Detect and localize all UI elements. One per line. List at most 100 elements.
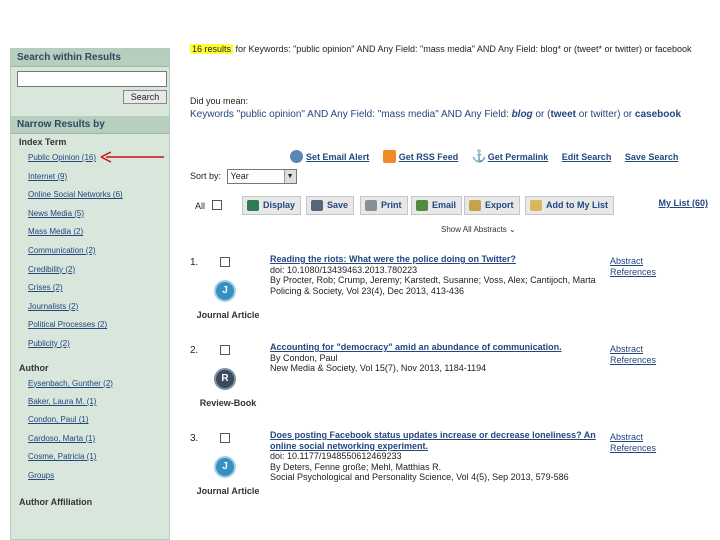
facet-index-term[interactable]: Political Processes (2): [28, 316, 169, 335]
references-link[interactable]: References: [610, 355, 656, 366]
result-type: Review-Book: [199, 398, 257, 408]
facet-author[interactable]: Baker, Laura M. (1): [28, 393, 169, 411]
result-links: Abstract References: [610, 256, 656, 278]
print-button[interactable]: Print: [360, 196, 408, 215]
result-number: 3.: [190, 433, 199, 444]
narrow-results-heading: Narrow Results by: [11, 116, 169, 134]
alarm-clock-icon: [290, 150, 303, 163]
journal-article-icon: J: [214, 456, 236, 478]
sidebar: Search within Results Search Narrow Resu…: [10, 48, 170, 540]
did-you-mean: Did you mean: Keywords "public opinion" …: [190, 96, 710, 121]
show-all-abstracts-select[interactable]: Show All Abstracts ⌄: [441, 225, 516, 234]
search-within-box: Search: [11, 67, 169, 110]
set-email-alert-link[interactable]: Set Email Alert: [306, 152, 369, 162]
email-button[interactable]: Email: [411, 196, 463, 215]
facet-author[interactable]: Eysenbach, Gunther (2): [28, 375, 169, 393]
result-item: 1. J Journal Article Reading the riots: …: [190, 254, 710, 336]
select-all-label: All: [195, 201, 206, 211]
result-title-link[interactable]: Does posting Facebook status updates inc…: [270, 430, 600, 451]
anchor-icon: ⚓: [471, 149, 487, 163]
result-item: 3. J Journal Article Does posting Facebo…: [190, 430, 710, 512]
result-authors: By Condon, Paul: [270, 352, 338, 363]
suggestion-mid: or (: [532, 109, 551, 120]
display-icon: [247, 200, 259, 212]
result-authors: By Deters, Fenne große; Mehl, Matthias R…: [270, 461, 442, 472]
references-link[interactable]: References: [610, 267, 656, 278]
export-button[interactable]: Export: [464, 196, 520, 215]
display-label: Display: [263, 200, 296, 210]
abstract-link[interactable]: Abstract: [610, 256, 656, 267]
result-authors: By Procter, Rob; Crump, Jeremy; Karstedt…: [270, 275, 596, 285]
annotation-arrow-icon: [100, 151, 164, 163]
sort-row: Sort by: Year ▼: [190, 169, 297, 184]
facet-author[interactable]: Cosme, Patricia (1): [28, 448, 169, 466]
result-title-link[interactable]: Accounting for "democracy" amid an abund…: [270, 342, 600, 353]
results-toolbar: All Display Save Print Email Export Add …: [190, 196, 710, 216]
facet-author[interactable]: Cardoso, Marta (1): [28, 430, 169, 448]
result-title-link[interactable]: Reading the riots: What were the police …: [270, 254, 600, 265]
floppy-disk-icon: [311, 200, 323, 212]
review-book-icon: R: [214, 368, 236, 390]
suggestion-tail: or twitter) or: [576, 109, 635, 120]
result-source: Social Psychological and Personality Sci…: [270, 472, 569, 482]
index-term-heading: Index Term: [19, 137, 67, 147]
search-within-button[interactable]: Search: [123, 90, 167, 104]
result-checkbox[interactable]: [220, 257, 230, 267]
result-checkbox[interactable]: [220, 345, 230, 355]
result-number: 1.: [190, 257, 199, 268]
sort-value: Year: [230, 171, 249, 181]
save-button[interactable]: Save: [306, 196, 355, 215]
abstract-link[interactable]: Abstract: [610, 432, 656, 443]
result-source: New Media & Society, Vol 15(7), Nov 2013…: [270, 363, 487, 373]
printer-icon: [365, 200, 377, 212]
print-label: Print: [381, 200, 402, 210]
add-to-my-list-button[interactable]: Add to My List: [525, 196, 614, 215]
result-item: 2. R Review-Book Accounting for "democra…: [190, 342, 710, 424]
rss-icon: [382, 150, 396, 163]
facet-index-term[interactable]: Mass Media (2): [28, 223, 169, 242]
facet-index-term[interactable]: Crises (2): [28, 279, 169, 298]
author-heading: Author: [19, 362, 49, 373]
query-text: for Keywords: "public opinion" AND Any F…: [235, 44, 692, 54]
get-rss-feed-link[interactable]: Get RSS Feed: [399, 152, 459, 162]
display-button[interactable]: Display: [242, 196, 302, 215]
result-doi: doi: 10.1177/1948550612469233: [270, 451, 402, 461]
result-checkbox[interactable]: [220, 433, 230, 443]
facet-index-term[interactable]: Journalists (2): [28, 298, 169, 317]
email-label: Email: [432, 200, 457, 210]
index-term-list: Public Opinion (16) Internet (9) Online …: [11, 149, 169, 354]
search-within-heading: Search within Results: [11, 49, 169, 67]
email-icon: [416, 200, 428, 212]
my-list-link[interactable]: My List (60): [658, 198, 708, 208]
export-icon: [469, 200, 481, 212]
search-within-input[interactable]: [17, 71, 167, 87]
show-all-abstracts-label: Show All Abstracts: [441, 225, 507, 234]
sort-label: Sort by:: [190, 170, 222, 181]
select-all-checkbox[interactable]: [212, 200, 222, 210]
get-permalink-link[interactable]: Get Permalink: [488, 152, 549, 162]
abstract-link[interactable]: Abstract: [610, 344, 656, 355]
journal-article-icon: J: [214, 280, 236, 302]
suggestion-link[interactable]: Keywords "public opinion" AND Any Field:…: [190, 108, 710, 121]
suggestion-prefix: Keywords "public opinion" AND Any Field:…: [190, 109, 512, 120]
edit-search-link[interactable]: Edit Search: [562, 152, 612, 162]
chevron-down-icon: ⌄: [509, 225, 516, 234]
result-body: Does posting Facebook status updates inc…: [270, 430, 600, 483]
chevron-down-icon: ▼: [283, 170, 296, 183]
facet-index-term[interactable]: Publicity (2): [28, 335, 169, 354]
facet-author[interactable]: Condon, Paul (1): [28, 411, 169, 429]
save-label: Save: [327, 200, 349, 210]
facet-index-term[interactable]: Credibility (2): [28, 261, 169, 280]
result-summary: 16 results for Keywords: "public opinion…: [190, 43, 710, 55]
result-type: Journal Article: [196, 310, 260, 320]
suggestion-term: casebook: [634, 109, 682, 120]
facet-index-term[interactable]: Online Social Networks (6): [28, 186, 169, 205]
facet-index-term[interactable]: News Media (5): [28, 205, 169, 224]
facet-index-term[interactable]: Internet (9): [28, 168, 169, 187]
facet-index-term[interactable]: Communication (2): [28, 242, 169, 261]
result-body: Reading the riots: What were the police …: [270, 254, 600, 296]
save-search-link[interactable]: Save Search: [625, 152, 679, 162]
sort-select[interactable]: Year ▼: [226, 169, 297, 184]
facet-author[interactable]: Groups: [28, 467, 169, 485]
references-link[interactable]: References: [610, 443, 656, 454]
